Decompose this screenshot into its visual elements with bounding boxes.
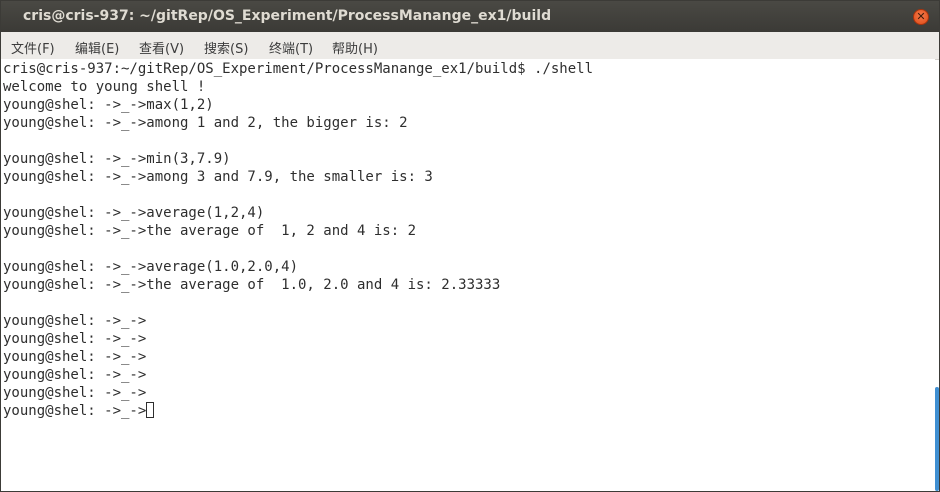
terminal-line: young@shel: ->_->among 1 and 2, the bigg… — [3, 115, 408, 131]
text-cursor — [146, 402, 155, 418]
menu-bar: 文件(F) 编辑(E) 查看(V) 搜索(S) 终端(T) 帮助(H) — [1, 32, 939, 60]
terminal-line: young@shel: ->_->min(3,7.9) — [3, 151, 231, 167]
menu-file[interactable]: 文件(F) — [11, 38, 55, 57]
terminal-line: young@shel: ->_-> — [3, 367, 147, 383]
terminal-line: young@shel: ->_->the average of 1.0, 2.0… — [3, 277, 501, 293]
terminal-window: cris@cris-937: ~/gitRep/OS_Experiment/Pr… — [0, 0, 940, 492]
terminal-prompt: young@shel: ->_-> — [3, 403, 147, 419]
terminal-line: young@shel: ->_->max(1,2) — [3, 97, 214, 113]
menu-terminal[interactable]: 终端(T) — [269, 38, 313, 57]
terminal-line: welcome to young shell ! — [3, 79, 206, 95]
title-bar[interactable]: cris@cris-937: ~/gitRep/OS_Experiment/Pr… — [1, 1, 939, 32]
terminal-prompt-line[interactable]: young@shel: ->_-> — [3, 402, 935, 420]
terminal-line: young@shel: ->_-> — [3, 331, 147, 347]
terminal-output[interactable]: cris@cris-937:~/gitRep/OS_Experiment/Pro… — [1, 59, 935, 491]
terminal-line: young@shel: ->_-> — [3, 385, 147, 401]
terminal-line: young@shel: ->_->the average of 1, 2 and… — [3, 223, 417, 239]
close-icon[interactable]: ✕ — [913, 9, 929, 25]
terminal-line: young@shel: ->_->among 3 and 7.9, the sm… — [3, 169, 433, 185]
menu-search[interactable]: 搜索(S) — [204, 38, 248, 57]
terminal-line: young@shel: ->_->average(1,2,4) — [3, 205, 265, 221]
terminal-line: young@shel: ->_->average(1.0,2.0,4) — [3, 259, 299, 275]
terminal-line: young@shel: ->_-> — [3, 313, 147, 329]
terminal-line: cris@cris-937:~/gitRep/OS_Experiment/Pro… — [3, 61, 594, 77]
menu-edit[interactable]: 编辑(E) — [75, 38, 119, 57]
scrollbar[interactable] — [934, 59, 939, 491]
terminal-line: young@shel: ->_-> — [3, 349, 147, 365]
window-title: cris@cris-937: ~/gitRep/OS_Experiment/Pr… — [23, 8, 552, 24]
menu-help[interactable]: 帮助(H) — [332, 38, 378, 57]
scrollbar-thumb[interactable] — [935, 387, 939, 491]
menu-view[interactable]: 查看(V) — [139, 38, 184, 57]
